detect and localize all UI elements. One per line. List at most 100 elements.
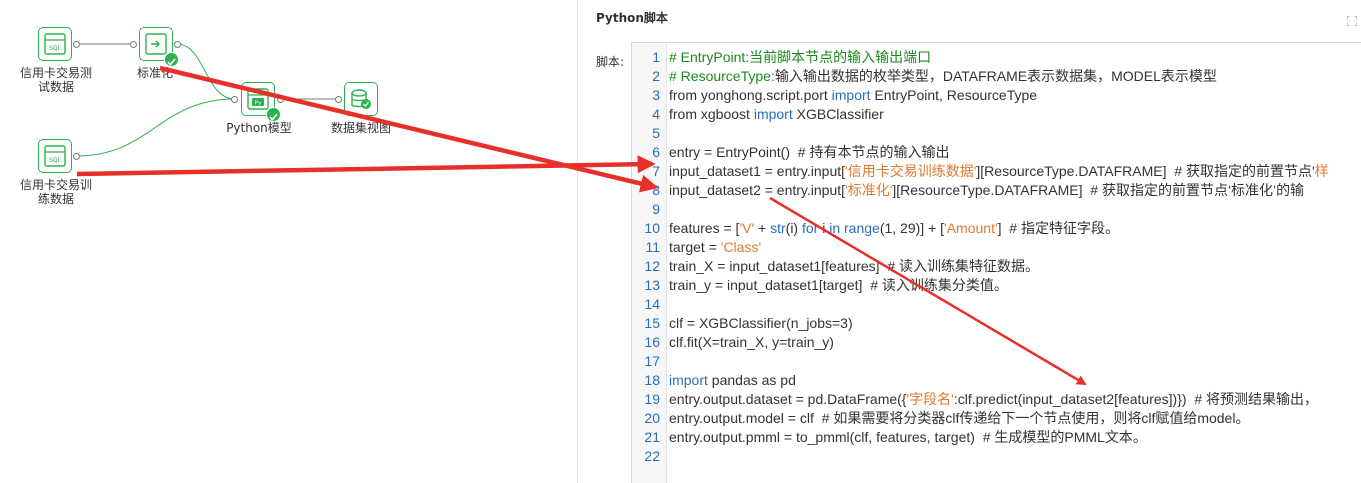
script-label: 脚本: [596,55,625,69]
line-number: 5 [652,125,660,141]
node-sql-train-data[interactable]: SQL [38,139,72,173]
line-number: 14 [644,296,660,312]
code-line[interactable]: entry.output.pmml = to_pmml(clf, feature… [669,428,1147,447]
line-number: 16 [644,334,660,350]
code-token: input_dataset2 = entry.input[ [669,182,846,198]
code-token: 'Amount' [944,220,998,236]
edge-sql2-py [76,98,236,157]
line-number: 9 [652,201,660,217]
line-number: 11 [645,239,660,255]
code-token: (i) [785,220,802,236]
code-token: # EntryPoint:当前脚本节点的输入输出端口 [669,49,932,65]
line-number: 6 [652,144,660,160]
code-line[interactable]: clf.fit(X=train_X, y=train_y) [669,333,834,352]
line-number: 22 [644,448,660,464]
code-token: in [829,220,841,236]
line-number: 19 [644,391,660,407]
node-label-dataset-view: 数据集视图 [330,121,391,135]
code-token: for [801,220,819,236]
code-token: train_X = input_dataset1[features] # 读入训… [669,258,1039,274]
expand-icon[interactable] [1346,11,1358,27]
edge-std-py [176,43,236,100]
code-line[interactable]: train_y = input_dataset1[target] # 读入训练集… [669,276,1008,295]
code-token: '信用卡交易训练数据' [845,163,977,179]
output-port[interactable] [73,153,80,160]
code-token: ][ResourceType.DATAFRAME] # 获取指定的前置节点‘标准… [892,182,1305,198]
code-line[interactable]: import pandas as pd [669,371,796,390]
code-line[interactable]: # ResourceType:输入输出数据的枚举类型，DATAFRAME表示数据… [669,67,1217,86]
line-number: 7 [652,163,660,179]
code-token: str [770,220,786,236]
code-token: (1, 29)] + [ [879,220,945,236]
code-token: 'Class' [720,239,762,255]
node-label-standardize: 标准化 [136,66,173,80]
line-number: 12 [644,258,660,274]
success-check-icon [164,52,179,67]
code-token: i [818,220,830,236]
code-token: import [669,372,708,388]
code-line[interactable]: entry.output.model = clf # 如果需要将分类器clf传递… [669,409,1249,428]
code-token: input_dataset1 = entry.input[ [669,163,846,179]
code-token: entry = EntryPoint() # 持有本节点的输入输出 [669,144,950,160]
code-token: import [831,87,871,103]
code-token: clf = XGBClassifier(n_jobs=3) [669,315,853,331]
code-token: pandas as pd [707,372,796,388]
code-token: range [844,220,880,236]
code-line[interactable]: clf = XGBClassifier(n_jobs=3) [669,314,853,333]
code-token: train_y = input_dataset1[target] # 读入训练集… [669,277,1008,293]
code-token: + [754,220,771,236]
code-line[interactable]: entry = EntryPoint() # 持有本节点的输入输出 [669,143,949,162]
code-token: EntryPoint, ResourceType [870,87,1038,103]
output-port[interactable] [277,96,284,103]
code-token: 'V' [739,220,755,236]
code-line[interactable]: # EntryPoint:当前脚本节点的输入输出端口 [669,48,931,67]
code-line[interactable]: entry.output.dataset = pd.DataFrame({'字段… [669,390,1318,409]
output-port[interactable] [73,41,80,48]
node-label-sql-train-data: 信用卡交易训 练数据 [20,178,93,206]
code-line[interactable]: input_dataset1 = entry.input['信用卡交易训练数据'… [669,162,1329,181]
code-token: entry.output.pmml = to_pmml(clf, feature… [669,429,1147,445]
sql-icon: SQL [44,145,66,167]
line-number: 18 [644,372,660,388]
code-token: entry.output.model = clf # 如果需要将分类器clf传递… [669,410,1250,426]
code-line[interactable]: from xgboost import XGBClassifier [669,105,884,124]
code-token: '字段名' [906,391,954,407]
line-number: 8 [652,182,660,198]
code-token: # ResourceType: [669,68,775,84]
code-line[interactable]: features = ['V' + str(i) for i in range(… [669,219,1119,238]
python-icon: Py [247,88,269,110]
node-label-sql-test-data: 信用卡交易测 试数据 [20,66,93,94]
code-line[interactable]: train_X = input_dataset1[features] # 读入训… [669,257,1039,276]
code-editor[interactable]: 1 2 3 4 5 6 7 8 9 10 11 12 13 14 15 16 17 18 19 20 21 22 # En… [631,42,1361,483]
code-token: from xgboost [669,106,754,122]
flow-canvas[interactable]: SQL 信用卡交易测 试数据 标准化 Py Python模型 数据集视图 SQL… [0,0,577,483]
line-number: 17 [644,353,660,369]
transform-icon [145,33,167,55]
code-token: entry.output.dataset = pd.DataFrame({ [669,391,907,407]
line-number: 1 [652,49,660,65]
code-line[interactable]: input_dataset2 = entry.input['标准化'][Reso… [669,181,1304,200]
svg-text:SQL: SQL [49,45,62,52]
input-port[interactable] [130,41,137,48]
node-sql-test-data[interactable]: SQL [38,27,72,61]
node-dataset-view[interactable] [344,82,378,116]
panel-title: Python脚本 [596,11,668,25]
code-token: XGBClassifier [792,106,884,122]
line-number: 13 [644,277,660,293]
node-label-python-model: Python模型 [226,121,292,135]
code-line[interactable]: from yonghong.script.port import EntryPo… [669,86,1037,105]
line-number: 20 [644,410,660,426]
line-number: 3 [652,87,660,103]
svg-text:SQL: SQL [49,157,62,164]
dataset-view-icon [351,89,371,109]
code-line[interactable]: target = 'Class' [669,238,761,257]
code-token: :clf.predict(input_dataset2[features])})… [953,391,1318,407]
code-token: features = [ [669,220,740,236]
input-port[interactable] [335,96,342,103]
success-check-icon [266,107,281,122]
input-port[interactable] [231,96,238,103]
code-token: 输入输出数据的枚举类型，DATAFRAME表示数据集，MODEL表示模型 [774,68,1217,84]
sql-icon: SQL [44,33,66,55]
output-port[interactable] [174,41,181,48]
line-number: 21 [644,429,660,445]
